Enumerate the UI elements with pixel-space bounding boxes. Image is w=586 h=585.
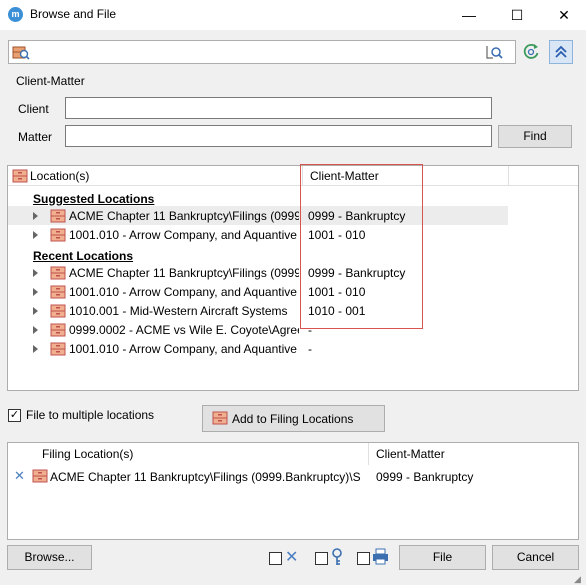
lock-option-checkbox[interactable]: [315, 552, 328, 565]
expand-arrow-icon[interactable]: [33, 212, 38, 220]
collapse-button[interactable]: [549, 40, 573, 64]
file-button[interactable]: File: [399, 545, 486, 570]
matter-label: Matter: [18, 130, 53, 144]
location-client-matter: -: [308, 342, 312, 356]
location-item-label[interactable]: 0999.0002 - ACME vs Wile E. Coyote\Agree…: [69, 323, 299, 337]
search-icon[interactable]: [484, 44, 504, 60]
column-divider[interactable]: [368, 443, 369, 465]
cabinet-icon: [12, 169, 28, 183]
expand-arrow-icon[interactable]: [33, 326, 38, 334]
cabinet-icon: [50, 228, 66, 242]
window-title: Browse and File: [30, 7, 117, 21]
location-item-label[interactable]: 1001.010 - Arrow Company, and Aquantive: [69, 285, 299, 299]
maximize-button[interactable]: ☐: [499, 0, 535, 30]
add-to-filing-locations-label: Add to Filing Locations: [232, 412, 354, 426]
location-item-label[interactable]: 1001.010 - Arrow Company, and Aquantive: [69, 228, 299, 242]
filing-client-matter-column-header[interactable]: Client-Matter: [376, 447, 445, 461]
cabinet-search-icon[interactable]: [12, 44, 30, 60]
printer-icon: [373, 548, 388, 565]
browse-button[interactable]: Browse...: [7, 545, 92, 570]
cabinet-icon: [50, 323, 66, 337]
find-button[interactable]: Find: [498, 125, 572, 148]
expand-arrow-icon[interactable]: [33, 269, 38, 277]
column-divider[interactable]: [508, 166, 509, 186]
location-item-label[interactable]: ACME Chapter 11 Bankruptcy\Filings (0999…: [69, 209, 299, 223]
recent-locations-header: Recent Locations: [33, 249, 134, 263]
multiple-locations-label: File to multiple locations: [26, 408, 155, 422]
cancel-button[interactable]: Cancel: [492, 545, 579, 570]
cabinet-icon: [50, 209, 66, 223]
cabinet-icon: [50, 304, 66, 318]
expand-arrow-icon[interactable]: [33, 307, 38, 315]
locations-header: [8, 166, 578, 186]
cabinet-icon: [50, 266, 66, 280]
multiple-locations-checkbox[interactable]: ✓: [8, 409, 21, 422]
delete-option-checkbox[interactable]: [269, 552, 282, 565]
client-matter-group-label: Client-Matter: [16, 74, 85, 88]
location-column-header[interactable]: Location(s): [30, 169, 89, 183]
expand-arrow-icon[interactable]: [33, 345, 38, 353]
cabinet-icon: [50, 285, 66, 299]
client-field[interactable]: [65, 97, 492, 119]
key-icon: [332, 548, 342, 565]
filing-location-text[interactable]: ACME Chapter 11 Bankruptcy\Filings (0999…: [50, 470, 366, 484]
search-input[interactable]: [38, 42, 478, 62]
remove-filing-location-icon[interactable]: ✕: [14, 468, 25, 484]
cabinet-icon: [50, 342, 66, 356]
close-button[interactable]: ✕: [546, 0, 582, 30]
filing-location-column-header[interactable]: Filing Location(s): [42, 447, 133, 461]
refresh-search-icon[interactable]: [522, 43, 540, 61]
location-item-label[interactable]: ACME Chapter 11 Bankruptcy\Filings (0999…: [69, 266, 299, 280]
location-item-label[interactable]: 1010.001 - Mid-Western Aircraft Systems: [69, 304, 299, 318]
chevron-double-up-icon: [555, 45, 567, 58]
location-item-label[interactable]: 1001.010 - Arrow Company, and Aquantive: [69, 342, 299, 356]
resize-grip-icon[interactable]: ◢: [574, 574, 581, 585]
filing-client-matter-text: 0999 - Bankruptcy: [376, 470, 474, 484]
delete-icon: ✕: [285, 549, 299, 566]
expand-arrow-icon[interactable]: [33, 288, 38, 296]
app-logo-icon: m: [8, 7, 23, 22]
client-matter-highlight: [300, 164, 423, 329]
suggested-locations-header: Suggested Locations: [33, 192, 155, 206]
cabinet-icon: [212, 411, 228, 425]
print-option-checkbox[interactable]: [357, 552, 370, 565]
client-label: Client: [18, 102, 49, 116]
minimize-button[interactable]: —: [451, 0, 487, 30]
matter-field[interactable]: [65, 125, 492, 147]
expand-arrow-icon[interactable]: [33, 231, 38, 239]
cabinet-icon: [32, 469, 48, 483]
